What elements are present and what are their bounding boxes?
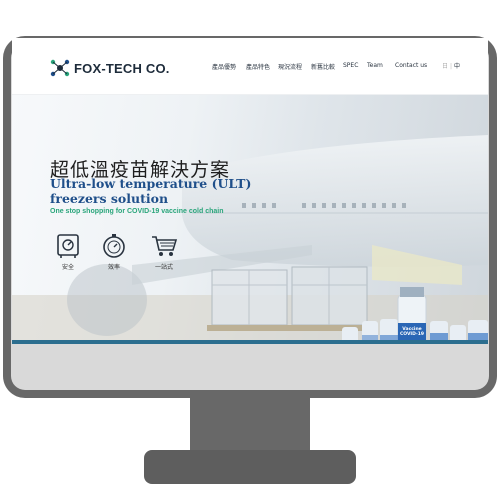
lang-separator: | xyxy=(450,63,453,70)
cargo-airplane-illustration xyxy=(12,135,488,344)
nav-item-features[interactable]: 產品特色 xyxy=(246,62,270,71)
feature-one-stop-label: 一站式 xyxy=(154,264,173,271)
nav-item-spec[interactable]: SPEC xyxy=(343,62,358,69)
monitor-base xyxy=(144,450,356,484)
hero-banner: 超低溫疫苗解決方案 Ultra-low temperature (ULT) fr… xyxy=(12,95,488,344)
feature-efficiency-label: 效率 xyxy=(107,264,120,271)
nav-item-team[interactable]: Team xyxy=(367,62,383,69)
vial-label: Vaccine COVID-19 xyxy=(399,327,425,337)
feature-safety-label: 安全 xyxy=(61,264,74,271)
safe-icon xyxy=(57,234,79,258)
nav-item-advantages[interactable]: 產品優勢 xyxy=(212,62,236,71)
brand-name: FOX-TECH CO. xyxy=(74,61,170,76)
molecule-logo-icon xyxy=(50,59,70,77)
website-screen: FOX-TECH CO. 產品優勢 產品特色 現況流程 新舊比較 SPEC Te… xyxy=(12,38,488,344)
nav-item-process[interactable]: 現況流程 xyxy=(278,62,302,71)
language-switcher: 日 | 中 xyxy=(442,61,460,70)
lang-zh[interactable]: 中 xyxy=(454,63,460,70)
feature-safety: 安全 xyxy=(48,232,88,271)
lang-jp[interactable]: 日 xyxy=(442,63,448,70)
nav-item-comparison[interactable]: 新舊比較 xyxy=(311,62,335,71)
feature-efficiency: 效率 xyxy=(94,232,134,271)
hero-bottom-bar xyxy=(12,340,488,344)
hero-title-english: Ultra-low temperature (ULT) freezers sol… xyxy=(50,176,252,206)
nav-item-contact[interactable]: Contact us xyxy=(395,62,427,69)
navbar: FOX-TECH CO. 產品優勢 產品特色 現況流程 新舊比較 SPEC Te… xyxy=(12,38,488,95)
shopping-cart-icon xyxy=(152,236,178,256)
hero-tagline: One stop shopping for COVID-19 vaccine c… xyxy=(50,208,224,215)
stopwatch-icon xyxy=(103,234,125,258)
feature-one-stop: 一站式 xyxy=(144,232,184,271)
monitor-neck xyxy=(190,398,310,450)
